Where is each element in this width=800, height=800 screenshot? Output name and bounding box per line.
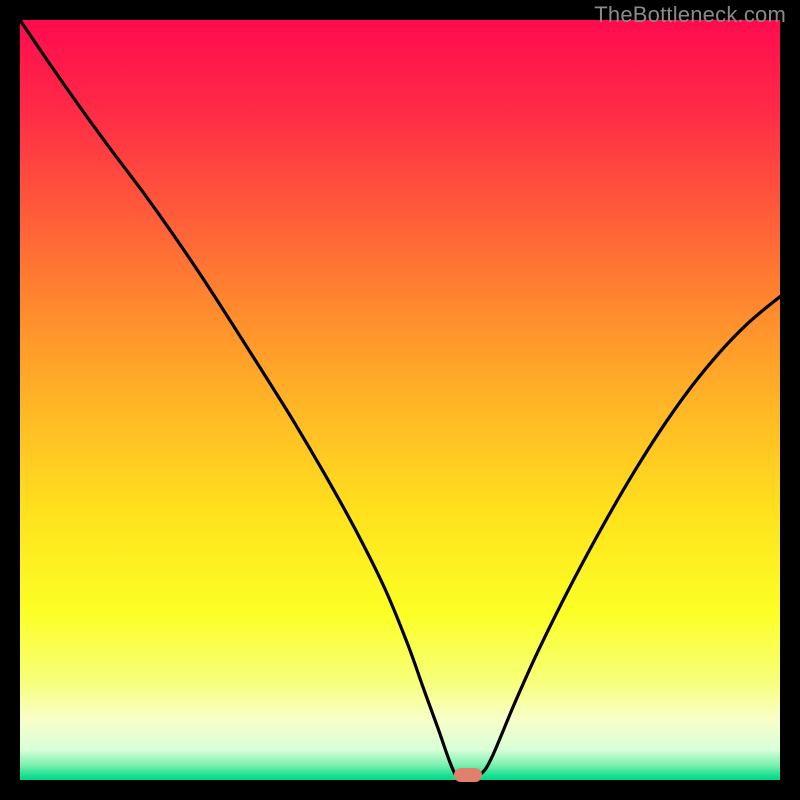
- gradient-plot: [20, 20, 780, 780]
- source-watermark: TheBottleneck.com: [594, 2, 786, 28]
- gradient-background: [20, 20, 780, 780]
- bottleneck-chart: [20, 20, 780, 780]
- optimal-marker: [454, 768, 482, 782]
